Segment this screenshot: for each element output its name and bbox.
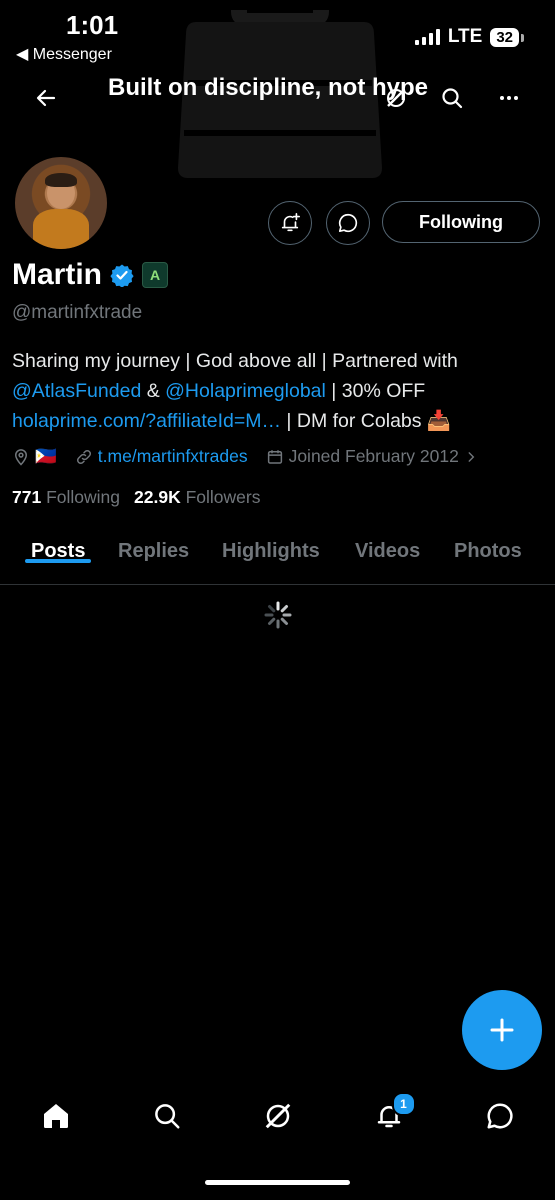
notification-badge: 1 [391,1092,416,1116]
location: 🇵🇭 [12,446,57,467]
bio-text: Sharing my journey | God above all | Par… [12,350,458,372]
search-icon [442,88,463,109]
signal-icon [414,29,440,45]
back-button[interactable] [26,78,66,118]
chevron-right-icon [468,451,475,462]
bio-text: | 30% OFF [325,380,426,402]
message-button[interactable] [326,201,370,245]
following-label: Following [46,487,121,507]
user-handle: @martinfxtrade [12,302,143,323]
search-button[interactable] [432,78,472,118]
home-indicator [205,1180,350,1185]
loading-spinner-icon [264,601,292,629]
grok-button[interactable] [376,78,416,118]
nav-home[interactable] [34,1094,78,1138]
nav-notifications[interactable]: 1 [367,1092,416,1138]
nav-grok[interactable] [256,1094,300,1138]
affiliate-badge[interactable]: A [142,262,168,288]
status-indicators: LTE 32 [414,26,524,48]
avatar[interactable] [12,154,110,252]
joined-date[interactable]: Joined February 2012 [266,446,478,467]
bio-text: & [141,380,166,402]
followers-count-link[interactable]: 22.9K Followers [134,487,260,508]
following-count-link[interactable]: 771 Following [12,487,120,508]
tab-videos[interactable]: Videos [355,530,420,563]
bio-link[interactable]: holaprime.com/?affiliateId=M… [12,410,281,432]
website-link[interactable]: t.me/martinfxtrades [98,446,248,467]
location-pin-icon [14,448,28,466]
display-name-row: Martin A [12,258,168,292]
avatar-hair [45,173,77,187]
mention-holaprimeglobal[interactable]: @Holaprimeglobal [165,380,326,402]
website[interactable]: t.me/martinfxtrades [75,446,248,467]
following-button[interactable]: Following [382,201,540,243]
bio: Sharing my journey | God above all | Par… [12,346,542,436]
profile-meta: 🇵🇭 t.me/martinfxtrades Joined February 2… [12,446,496,467]
bell-plus-icon [281,213,300,232]
follow-counts: 771 Following 22.9K Followers [12,487,260,508]
chat-bubble-icon [338,213,358,233]
profile-tabs: Posts Replies Highlights Videos Photos [0,530,555,585]
followers-label: Followers [185,487,261,507]
search-icon [154,1104,179,1129]
network-label: LTE [447,26,483,47]
battery-icon: 32 [490,27,524,47]
plus-icon [490,1018,514,1042]
bottom-nav: 1 [0,1082,555,1150]
chat-bubble-icon [487,1103,513,1129]
grok-icon [387,89,405,107]
avatar-shirt [33,209,89,249]
back-to-messenger[interactable]: ◀ Messenger [16,44,112,64]
following-count: 771 [12,487,42,507]
nav-messages[interactable] [478,1094,522,1138]
mention-atlasfunded[interactable]: @AtlasFunded [12,380,141,402]
more-button[interactable] [489,78,529,118]
location-flag: 🇵🇭 [35,446,57,466]
tab-posts[interactable]: Posts [24,530,92,563]
status-time: 1:01 [66,10,119,40]
grok-icon [265,1103,290,1129]
calendar-icon [267,449,282,464]
tab-highlights[interactable]: Highlights [222,530,320,563]
followers-count: 22.9K [134,487,181,507]
home-icon [43,1104,68,1128]
verified-badge-icon[interactable] [110,263,134,287]
display-name: Martin [12,258,102,291]
more-dots-icon [500,96,518,100]
tab-replies[interactable]: Replies [118,530,189,563]
nav-search[interactable] [145,1094,189,1138]
link-icon [76,449,91,464]
tab-photos[interactable]: Photos [454,530,522,563]
bio-text: | DM for Colabs [280,410,427,432]
notify-button[interactable] [268,201,312,245]
joined-label: Joined February 2012 [288,446,459,466]
arrow-left-icon [36,89,56,107]
compose-post-button[interactable] [462,990,542,1070]
inbox-emoji: 📥 [426,410,452,432]
